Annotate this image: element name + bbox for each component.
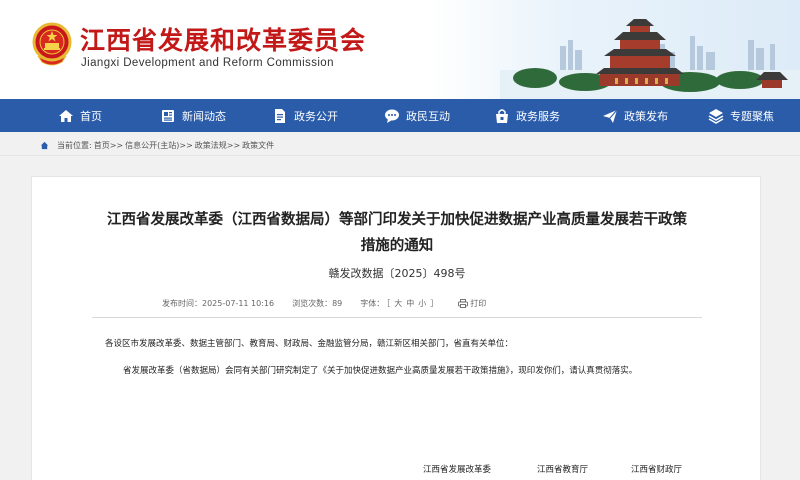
home-small-icon [40,141,49,149]
print-label: 打印 [470,299,487,308]
breadcrumb-separator: >> [109,140,124,150]
nav-item-topics[interactable]: 专题聚焦 [708,99,774,132]
layers-icon [708,108,724,124]
bracket-close: ］ [430,299,439,308]
view-count-value: 89 [332,299,343,308]
nav-item-label: 政务公开 [294,109,338,123]
breadcrumb-prefix: 当前位置: [57,140,92,150]
chat-icon [385,109,399,123]
signatory: 江西省财政厅 [631,465,683,475]
signatory: 江西省发展改革委 [423,465,492,475]
font-size-small[interactable]: 小 [418,299,426,308]
nav-item-label: 政民互动 [406,109,450,123]
font-size-label: 字体： [360,299,385,308]
news-icon [162,109,174,122]
breadcrumb-link-regulations[interactable]: 政策法规 [195,140,227,151]
view-count: 浏览次数：89 [292,298,342,309]
document-icon [275,108,285,123]
breadcrumb-separator: >> [179,140,193,150]
print-button[interactable]: 打印 [458,298,486,309]
bracket-open: ［ [386,299,391,308]
article-greeting: 各设区市发展改革委、数据主管部门、教育局、财政局、金融监管分局，赣江新区相关部门… [105,339,514,349]
breadcrumb-separator: >> [226,140,241,150]
publish-time: 发布时间：2025-07-11 10:16 [162,298,274,309]
article-meta: 发布时间：2025-07-11 10:16 浏览次数：89 字体： ［ 大中小 ］ 打… [162,298,486,309]
national-emblem-icon[interactable] [32,22,72,66]
header-scenery-image [500,19,800,99]
nav-item-news[interactable]: 新闻动态 [160,99,226,132]
font-size-medium[interactable]: 中 [406,299,414,308]
nav-item-label: 首页 [80,109,102,123]
article-card: 江西省发展改革委（江西省数据局）等部门印发关于加快促进数据产业高质量发展若干政策… [31,176,761,480]
breadcrumb-link-home[interactable]: 首页 [94,140,110,151]
signatories: 江西省发展改革委 江西省教育厅 江西省财政厅 [32,463,762,477]
nav-item-label: 专题聚焦 [730,109,774,123]
divider [0,155,800,156]
publish-time-value: 2025-07-11 10:16 [202,299,275,308]
main-nav: 首页 新闻动态 政务公开 政民互动 政务服务 政策发布 专题聚焦 [0,99,800,132]
printer-icon [458,299,469,308]
article-body: 省发展改革委（省数据局）会同有关部门研究制定了《关于加快促进数据产业高质量发展若… [123,366,638,376]
home-icon [59,109,73,122]
nav-item-affairs[interactable]: 政务公开 [272,99,338,132]
service-icon [496,108,508,123]
article-title-line: 措施的通知 [360,238,434,254]
site-title[interactable]: 江西省发展和改革委员会 [80,26,366,56]
nav-item-interaction[interactable]: 政民互动 [384,99,450,132]
signatory: 江西省教育厅 [537,465,589,475]
font-size-selector: 字体： ［ 大中小 ］ [360,298,440,309]
breadcrumb-link-info[interactable]: 信息公开(主站) [125,140,179,151]
meta-divider [92,317,702,318]
site-header: 江西省发展和改革委员会 Jiangxi Development and Refo… [0,0,800,99]
font-size-large[interactable]: 大 [394,299,402,308]
publish-time-label: 发布时间： [162,299,202,308]
breadcrumb: 当前位置: 首页 >> 信息公开(主站) >> 政策法规 >> 政策文件 [40,138,274,152]
site-subtitle: Jiangxi Development and Reform Commissio… [81,57,334,69]
nav-item-home[interactable]: 首页 [58,99,102,132]
nav-item-label: 政务服务 [516,109,560,123]
document-number: 赣发改数据〔2025〕498号 [328,267,466,280]
article-title-line: 江西省发展改革委（江西省数据局）等部门印发关于加快促进数据产业高质量发展若干政策 [107,212,687,228]
breadcrumb-link-policy-docs[interactable]: 政策文件 [242,140,274,151]
article-title: 江西省发展改革委（江西省数据局）等部门印发关于加快促进数据产业高质量发展若干政策… [32,207,762,259]
nav-item-label: 政策发布 [624,109,668,123]
nav-item-policy[interactable]: 政策发布 [602,99,668,132]
nav-item-service[interactable]: 政务服务 [494,99,560,132]
nav-item-label: 新闻动态 [182,109,226,123]
send-icon [603,109,618,123]
view-count-label: 浏览次数： [292,299,333,308]
